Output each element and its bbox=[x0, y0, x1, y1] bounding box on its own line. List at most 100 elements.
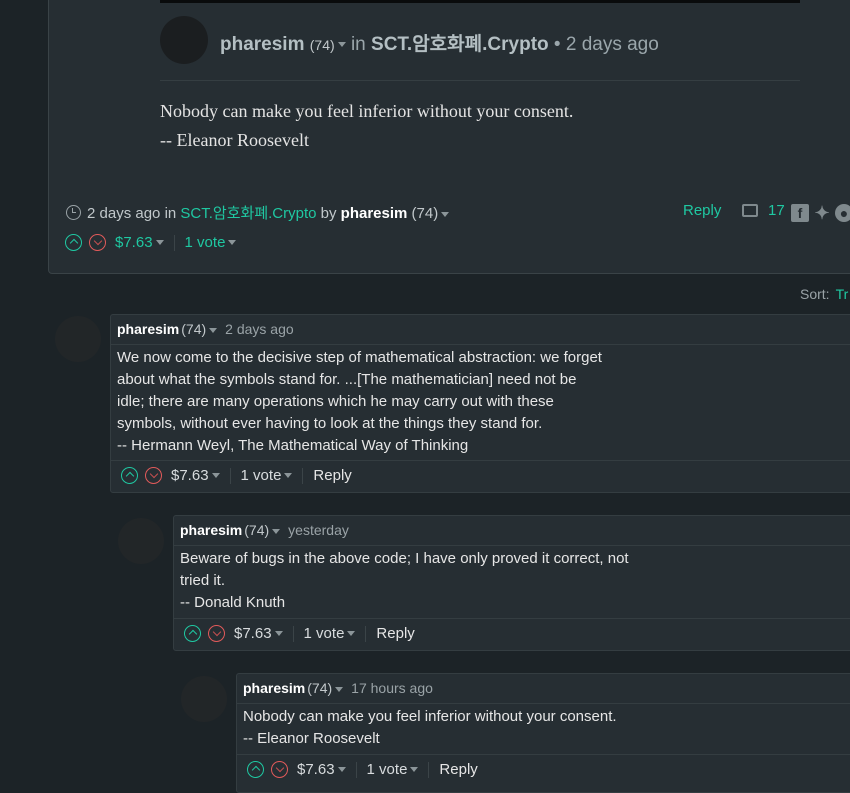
post-community-link[interactable]: SCT.암호화폐.Crypto bbox=[371, 34, 549, 55]
comment-footer: $7.63 1 vote Reply bbox=[237, 754, 850, 784]
chevron-down-icon[interactable] bbox=[211, 473, 220, 478]
comment-author-reputation: (74) bbox=[244, 522, 270, 538]
twitter-share-icon[interactable]: ✦ bbox=[813, 204, 831, 222]
chevron-down-icon[interactable] bbox=[155, 240, 164, 245]
upvote-icon[interactable] bbox=[121, 467, 138, 484]
divider bbox=[365, 625, 367, 642]
comment-footer: $7.63 1 vote Reply bbox=[111, 460, 850, 490]
chevron-down-icon[interactable] bbox=[337, 767, 346, 772]
comment-line: -- Eleanor Roosevelt bbox=[243, 730, 380, 747]
comment-author-link[interactable]: pharesim bbox=[117, 321, 179, 337]
divider bbox=[173, 234, 175, 251]
downvote-icon[interactable] bbox=[271, 761, 288, 778]
divider bbox=[229, 467, 231, 484]
post-top-bar bbox=[160, 0, 800, 3]
comment-payout[interactable]: $7.63 bbox=[171, 467, 209, 484]
comment-reply-button[interactable]: Reply bbox=[376, 625, 414, 642]
comment-vote-row: $7.63 1 vote Reply bbox=[247, 761, 478, 778]
post-in-label: in bbox=[350, 34, 366, 55]
post-footer-author-link[interactable]: pharesim bbox=[341, 205, 408, 222]
comment-payout[interactable]: $7.63 bbox=[234, 625, 272, 642]
chevron-down-icon[interactable] bbox=[209, 327, 218, 333]
comment-body: Nobody can make you feel inferior withou… bbox=[243, 706, 617, 750]
post-time: 2 days ago bbox=[565, 34, 659, 55]
post-footer-in: in bbox=[164, 205, 177, 222]
comment-author-reputation: (74) bbox=[181, 321, 207, 337]
comment-line: symbols, without ever having to look at … bbox=[117, 415, 543, 432]
comment-line: tried it. bbox=[180, 572, 226, 589]
comment-count-value: 17 bbox=[768, 202, 785, 219]
comment-header: pharesim (74) yesterday bbox=[174, 516, 850, 546]
comment-line: Beware of bugs in the above code; I have… bbox=[180, 550, 629, 567]
downvote-icon[interactable] bbox=[145, 467, 162, 484]
post-votes[interactable]: 1 vote bbox=[185, 234, 226, 251]
chevron-down-icon[interactable] bbox=[274, 631, 283, 636]
chevron-down-icon[interactable] bbox=[410, 767, 419, 772]
chevron-down-icon[interactable] bbox=[347, 631, 356, 636]
sort-control[interactable]: Sort: Tr bbox=[800, 286, 848, 302]
post-payout[interactable]: $7.63 bbox=[115, 234, 153, 251]
comment-time[interactable]: yesterday bbox=[288, 522, 349, 538]
comment-avatar[interactable] bbox=[181, 676, 227, 722]
comment-time[interactable]: 2 days ago bbox=[225, 321, 294, 337]
comment: pharesim (74) yesterday Beware of bugs in … bbox=[173, 515, 850, 651]
comment-line: about what the symbols stand for. ...[Th… bbox=[117, 371, 577, 388]
reddit-share-icon[interactable]: ● bbox=[835, 204, 850, 222]
facebook-share-icon[interactable]: f bbox=[791, 204, 809, 222]
post-reply-button[interactable]: Reply bbox=[683, 202, 721, 219]
comment: pharesim (74) 17 hours ago Nobody can make… bbox=[236, 673, 850, 793]
comment-line: Nobody can make you feel inferior withou… bbox=[243, 708, 617, 725]
post-vote-row: $7.63 1 vote bbox=[65, 234, 237, 251]
post-author-avatar[interactable] bbox=[160, 16, 208, 64]
clock-icon bbox=[66, 205, 81, 220]
comment-votes[interactable]: 1 vote bbox=[304, 625, 345, 642]
post-body-line: -- Eleanor Roosevelt bbox=[160, 130, 309, 150]
comment-avatar[interactable] bbox=[118, 518, 164, 564]
upvote-icon[interactable] bbox=[247, 761, 264, 778]
post-footer-by: by bbox=[320, 205, 337, 222]
sort-value[interactable]: Tr bbox=[836, 286, 849, 302]
upvote-icon[interactable] bbox=[184, 625, 201, 642]
comment-author-link[interactable]: pharesim bbox=[243, 680, 305, 696]
comment-payout[interactable]: $7.63 bbox=[297, 761, 335, 778]
post-footer-reputation: (74) bbox=[411, 205, 439, 222]
post-divider bbox=[160, 80, 800, 81]
post-comments-count[interactable]: 17 bbox=[742, 202, 785, 219]
comment-line: We now come to the decisive step of math… bbox=[117, 349, 602, 366]
comment-author-link[interactable]: pharesim bbox=[180, 522, 242, 538]
upvote-icon[interactable] bbox=[65, 234, 82, 251]
comment-reply-button[interactable]: Reply bbox=[439, 761, 477, 778]
comment-line: -- Donald Knuth bbox=[180, 594, 286, 611]
comments-icon bbox=[742, 204, 758, 217]
comment-footer: $7.63 1 vote Reply bbox=[174, 618, 850, 648]
comment: pharesim (74) 2 days ago We now come to th… bbox=[110, 314, 850, 493]
chevron-down-icon[interactable] bbox=[284, 473, 293, 478]
downvote-icon[interactable] bbox=[208, 625, 225, 642]
post-time-separator: • bbox=[553, 34, 561, 55]
chevron-down-icon[interactable] bbox=[335, 686, 344, 692]
comment-line: idle; there are many operations which he… bbox=[117, 393, 554, 410]
comment-votes[interactable]: 1 vote bbox=[367, 761, 408, 778]
comment-vote-row: $7.63 1 vote Reply bbox=[121, 467, 352, 484]
post-author-reputation: (74) bbox=[309, 37, 335, 53]
sort-label: Sort: bbox=[800, 286, 830, 302]
comment-votes[interactable]: 1 vote bbox=[241, 467, 282, 484]
comment-reply-button[interactable]: Reply bbox=[313, 467, 351, 484]
comment-body: Beware of bugs in the above code; I have… bbox=[180, 548, 629, 614]
comment-time[interactable]: 17 hours ago bbox=[351, 680, 433, 696]
chevron-down-icon[interactable] bbox=[272, 528, 281, 534]
post-author-link[interactable]: pharesim bbox=[220, 34, 304, 55]
comment-author-reputation: (74) bbox=[307, 680, 333, 696]
post-footer-community-link[interactable]: SCT.암호화폐.Crypto bbox=[180, 205, 316, 222]
post-footer-info: 2 days ago in SCT.암호화폐.Crypto by pharesi… bbox=[66, 202, 450, 223]
divider bbox=[355, 761, 357, 778]
comment-body: We now come to the decisive step of math… bbox=[117, 347, 602, 457]
divider bbox=[302, 467, 304, 484]
author-menu-caret-icon[interactable] bbox=[337, 42, 346, 48]
comment-vote-row: $7.63 1 vote Reply bbox=[184, 625, 415, 642]
chevron-down-icon[interactable] bbox=[441, 211, 450, 217]
comment-avatar[interactable] bbox=[55, 316, 101, 362]
comment-header: pharesim (74) 2 days ago bbox=[111, 315, 850, 345]
downvote-icon[interactable] bbox=[89, 234, 106, 251]
chevron-down-icon[interactable] bbox=[228, 240, 237, 245]
